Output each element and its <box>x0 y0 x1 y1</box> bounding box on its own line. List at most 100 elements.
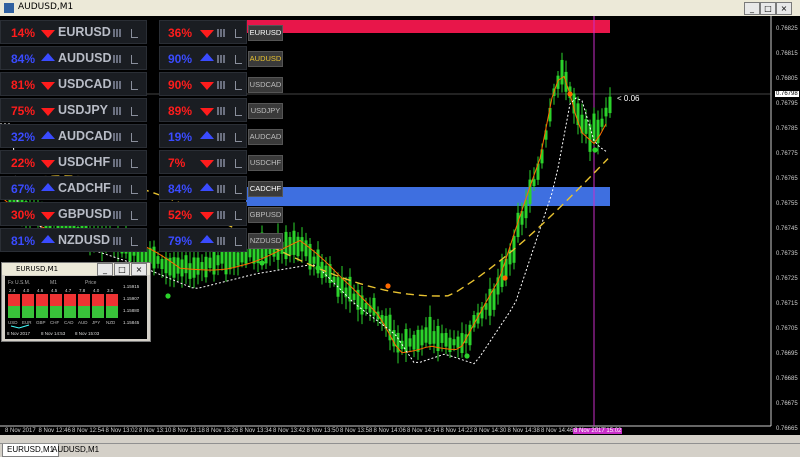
arrow-up-icon <box>41 131 55 139</box>
time-tick: 8 Nov 12:46 <box>38 428 71 434</box>
candle-body <box>416 329 420 352</box>
pair-row-secondary[interactable]: 84% <box>159 176 247 200</box>
pair-row[interactable]: 32% AUDCAD <box>0 124 147 148</box>
mini-strength-bar-top <box>64 294 76 306</box>
arrow-down-icon <box>41 108 55 116</box>
arrow-down-icon <box>200 108 214 116</box>
candle-body <box>456 336 460 348</box>
pair-row-secondary[interactable]: 89% <box>159 98 247 122</box>
arrow-down-icon <box>200 30 214 38</box>
pair-pct: 22% <box>11 156 36 170</box>
candle-body <box>332 276 336 283</box>
grid-icon <box>217 185 226 193</box>
pair-row-secondary[interactable]: 90% <box>159 72 247 96</box>
arrow-up-icon <box>41 183 55 191</box>
time-tick: 8 Nov 2017 <box>5 428 36 434</box>
pair-tag[interactable]: NZDUSD <box>248 233 283 249</box>
signal-dot <box>464 353 470 359</box>
bars-icon <box>131 29 138 38</box>
price-tick: 0.76765 <box>776 176 798 182</box>
bars-icon <box>235 29 242 38</box>
pair-row[interactable]: 81% USDCAD <box>0 72 147 96</box>
minimize-button[interactable]: _ <box>744 2 760 15</box>
mini-price-label: Price <box>85 280 97 286</box>
pair-row[interactable]: 75% USDJPY <box>0 98 147 122</box>
pair-tag[interactable]: AUDCAD <box>248 129 283 145</box>
price-tick: 0.76795 <box>776 101 798 107</box>
pair-pct: 81% <box>11 234 36 248</box>
price-tick: 0.76675 <box>776 401 798 407</box>
price-annotation: < 0.06 <box>617 94 640 103</box>
pair-row[interactable]: 14% EURUSD <box>0 20 147 44</box>
price-tick: 0.76725 <box>776 276 798 282</box>
pair-row[interactable]: 67% CADCHF <box>0 176 147 200</box>
time-tick: 8 Nov 14:30 <box>474 428 507 434</box>
candle-body <box>172 257 176 278</box>
candle-body <box>236 252 240 266</box>
maximize-button[interactable]: □ <box>760 2 776 15</box>
candle-body <box>408 338 412 347</box>
pair-symbol: NZDUSD <box>58 233 111 247</box>
pair-pct: 14% <box>11 26 36 40</box>
pair-tag[interactable]: CADCHF <box>248 181 283 197</box>
mini-strength-value: 2.4 <box>9 288 16 293</box>
mini-strength-bar-top <box>8 294 20 306</box>
mini-minimize-button[interactable]: _ <box>97 263 113 276</box>
pair-tag[interactable]: EURUSD <box>248 25 283 41</box>
arrow-up-icon <box>200 131 214 139</box>
mini-strength-bar-bottom <box>8 306 20 318</box>
time-tick: 8 Nov 13:58 <box>340 428 373 434</box>
pair-row-secondary[interactable]: 79% <box>159 228 247 252</box>
price-tick: 0.76785 <box>776 126 798 132</box>
grid-icon <box>217 159 226 167</box>
mini-strength-bar-bottom <box>36 306 48 318</box>
arrow-down-icon <box>200 212 214 220</box>
pair-row-secondary[interactable]: 7% <box>159 150 247 174</box>
close-button[interactable]: × <box>776 2 792 15</box>
mini-chart-window[interactable]: EURUSD,M1 _ □ × Fx U.S.M. M1 Price 2.4 USD 4.… <box>1 262 151 342</box>
arrow-down-icon <box>200 82 214 90</box>
window-title: AUDUSD,M1 <box>18 2 74 12</box>
tab-audusd-m1[interactable]: AUDUSD,M1 <box>48 444 103 456</box>
pair-pct: 84% <box>11 52 36 66</box>
mini-title: EURUSD,M1 <box>16 265 59 273</box>
time-tick: 8 Nov 14:38 <box>507 428 540 434</box>
mini-strength-value: 7.8 <box>79 288 86 293</box>
pair-row-secondary[interactable]: 36% <box>159 20 247 44</box>
pair-tag[interactable]: AUDUSD <box>248 51 283 67</box>
candle-body <box>432 331 436 344</box>
pair-tag[interactable]: USDCAD <box>248 77 283 93</box>
pair-row[interactable]: 84% AUDUSD <box>0 46 147 70</box>
mini-strength-bar-top <box>50 294 62 306</box>
mini-ccy-label: AUD <box>78 320 88 325</box>
pair-row-secondary[interactable]: 90% <box>159 46 247 70</box>
mini-close-button[interactable]: × <box>131 263 147 276</box>
pair-row-secondary[interactable]: 52% <box>159 202 247 226</box>
price-tick: 0.76705 <box>776 326 798 332</box>
bars-icon <box>235 133 242 142</box>
candle-body <box>600 118 604 127</box>
pair-row[interactable]: 81% NZDUSD <box>0 228 147 252</box>
bars-icon <box>235 237 242 246</box>
candle-body <box>304 240 308 257</box>
grid-icon <box>113 133 122 141</box>
mini-strength-bar-top <box>78 294 90 306</box>
mini-time-tick: 8 Nov 14:53 <box>41 331 66 336</box>
bars-icon <box>131 159 138 168</box>
pair-tag[interactable]: USDJPY <box>248 103 283 119</box>
mini-maximize-button[interactable]: □ <box>114 263 130 276</box>
price-chart[interactable]: 14% EURUSD 36% EURUSD 84% AUDUSD 90% AUDUSD 81% U… <box>0 16 800 435</box>
arrow-down-icon <box>41 30 55 38</box>
pair-row[interactable]: 22% USDCHF <box>0 150 147 174</box>
candle-body <box>532 179 536 187</box>
pair-tag[interactable]: USDCHF <box>248 155 283 171</box>
bars-icon <box>131 237 138 246</box>
pair-row-secondary[interactable]: 19% <box>159 124 247 148</box>
pair-row[interactable]: 30% GBPUSD <box>0 202 147 226</box>
mini-tf: M1 <box>50 280 57 286</box>
bars-icon <box>131 211 138 220</box>
pair-symbol: GBPUSD <box>58 207 112 221</box>
buy-zone-band <box>246 187 610 206</box>
pair-tag[interactable]: GBPUSD <box>248 207 283 223</box>
candle-body <box>440 333 444 343</box>
